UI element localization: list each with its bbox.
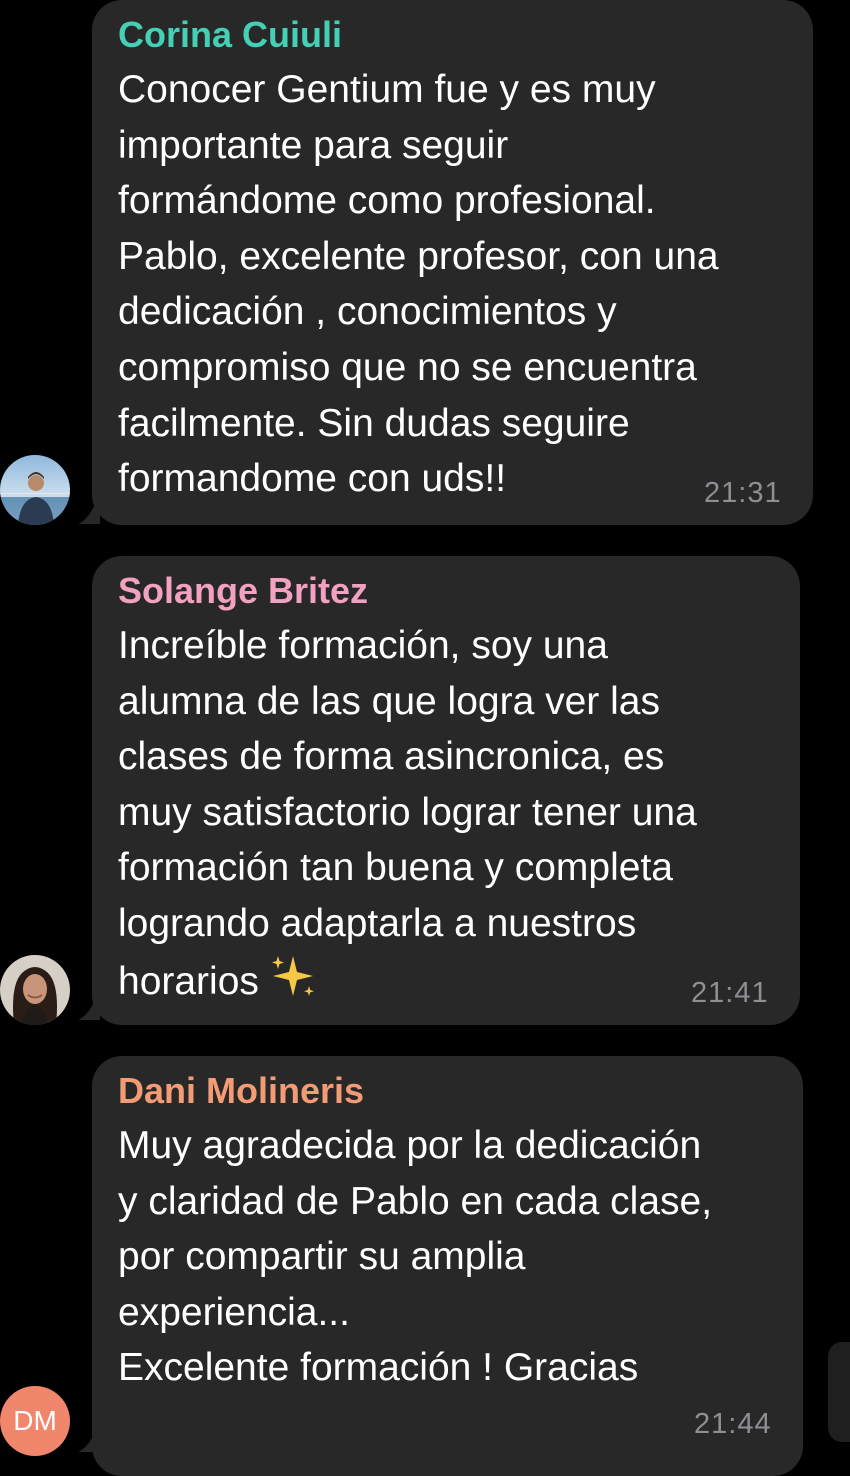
message-solange[interactable]: Solange Britez Increíble formación, soy … — [0, 556, 850, 1028]
message-time: 21:31 — [704, 477, 782, 509]
message-bubble[interactable]: Solange Britez Increíble formación, soy … — [92, 556, 800, 1025]
message-dani[interactable]: Dani Molineris Muy agradecida por la ded… — [0, 1056, 850, 1476]
avatar-initials: DM — [13, 1405, 57, 1436]
message-time: 21:44 — [694, 1408, 772, 1440]
message-text: Increíble formación, soy una alumna de l… — [118, 618, 697, 1015]
message-text: Muy agradecida por la dedicación y clari… — [118, 1124, 713, 1390]
sender-name[interactable]: Solange Britez — [118, 570, 368, 612]
sender-name[interactable]: Dani Molineris — [118, 1070, 364, 1112]
avatar-dani[interactable]: DM — [0, 1386, 70, 1456]
avatar-corina[interactable] — [0, 455, 70, 525]
message-text: Conocer Gentium fue y es muy importante … — [118, 68, 719, 501]
message-corina[interactable]: Corina Cuiuli Conocer Gentium fue y es m… — [0, 0, 850, 530]
avatar-solange[interactable] — [0, 955, 70, 1025]
partial-bubble-edge — [828, 1342, 850, 1442]
sparkles-icon — [269, 952, 317, 1016]
sender-name[interactable]: Corina Cuiuli — [118, 14, 342, 56]
message-bubble[interactable]: Corina Cuiuli Conocer Gentium fue y es m… — [92, 0, 813, 525]
message-text-content: Increíble formación, soy una alumna de l… — [118, 624, 697, 1003]
message-bubble[interactable]: Dani Molineris Muy agradecida por la ded… — [92, 1056, 803, 1476]
message-time: 21:41 — [691, 977, 769, 1009]
